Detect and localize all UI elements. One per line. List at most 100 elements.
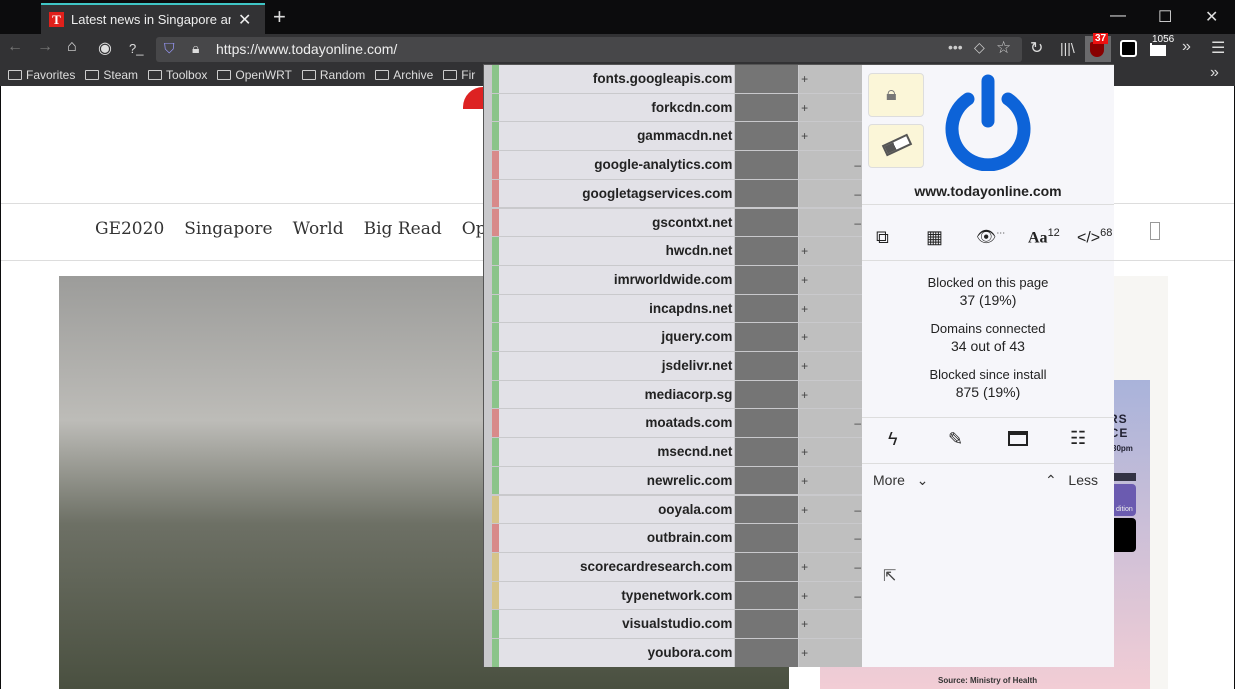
global-rule-cell[interactable] xyxy=(735,179,799,208)
bookmarks-overflow-icon[interactable]: » xyxy=(1210,64,1219,82)
local-rule-cell[interactable]: + – xyxy=(799,495,862,524)
close-tab-icon[interactable]: ✕ xyxy=(238,10,251,30)
domain-name: hwcdn.net xyxy=(498,237,735,265)
local-rule-cell[interactable]: + xyxy=(799,237,862,265)
global-rule-cell[interactable] xyxy=(735,581,799,610)
nav-link[interactable]: World xyxy=(293,219,344,239)
bookmark-folder[interactable]: Random xyxy=(301,68,365,82)
nav-link[interactable]: Singapore xyxy=(184,219,272,239)
local-rule-cell[interactable]: – xyxy=(799,409,862,438)
global-rule-cell[interactable] xyxy=(735,65,799,93)
domain-name: msecnd.net xyxy=(498,438,735,466)
url-text[interactable]: https://www.todayonline.com/ xyxy=(216,41,397,57)
local-rule-cell[interactable]: + xyxy=(799,294,862,323)
global-rule-cell[interactable] xyxy=(735,294,799,323)
less-button[interactable]: ⌃ Less xyxy=(1045,472,1098,489)
global-rule-cell[interactable] xyxy=(735,237,799,265)
bookmark-label: Toolbox xyxy=(166,68,208,82)
page-actions-icon[interactable]: ••• xyxy=(948,39,963,55)
status-strip xyxy=(492,610,499,638)
local-rule-cell[interactable]: + xyxy=(799,380,862,409)
bookmark-folder[interactable]: Archive xyxy=(375,68,433,82)
global-rule-cell[interactable] xyxy=(735,151,799,179)
tracking-shield-icon[interactable]: ⛉ xyxy=(164,40,175,57)
lock-icon[interactable]: 🔒︎ xyxy=(192,40,199,57)
global-rule-cell[interactable] xyxy=(735,323,799,351)
close-window-button[interactable]: ✕ xyxy=(1205,7,1218,27)
bookmark-folder[interactable]: Steam xyxy=(85,68,138,82)
forward-button[interactable]: → xyxy=(37,38,53,56)
cosmetic-filter-toggle-icon[interactable]: 👁︎··· xyxy=(976,227,1005,247)
popups-toggle-icon[interactable]: ⧉ xyxy=(876,227,889,248)
bookmark-star-icon[interactable]: ☆ xyxy=(996,38,1011,58)
global-rule-cell[interactable] xyxy=(735,639,799,667)
global-rule-cell[interactable] xyxy=(735,352,799,380)
tab-active[interactable]: T Latest news in Singapore and around th… xyxy=(41,3,265,34)
minimize-button[interactable]: — xyxy=(1110,7,1126,25)
pocket-icon[interactable]: ◇ xyxy=(974,39,985,56)
local-rule-cell[interactable]: + xyxy=(799,65,862,93)
local-rule-cell[interactable]: + xyxy=(799,438,862,466)
local-rule-cell[interactable]: – xyxy=(799,524,862,552)
global-rule-cell[interactable] xyxy=(735,409,799,438)
remote-fonts-toggle-icon[interactable]: Aa12 xyxy=(1028,227,1060,247)
nav-link[interactable]: Big Read xyxy=(364,219,442,239)
local-rule-cell[interactable]: + xyxy=(799,122,862,151)
local-rule-cell[interactable]: – xyxy=(799,208,862,237)
domain-name: gammacdn.net xyxy=(498,122,735,151)
local-rule-cell[interactable]: + – xyxy=(799,552,862,581)
media-toggle-icon[interactable]: ▦ xyxy=(926,227,943,248)
maximize-button[interactable]: ☐ xyxy=(1158,7,1172,27)
overflow-menu-icon[interactable]: » xyxy=(1182,38,1191,56)
local-rule-cell[interactable]: + xyxy=(799,352,862,380)
global-rule-cell[interactable] xyxy=(735,524,799,552)
global-rule-cell[interactable] xyxy=(735,552,799,581)
global-rule-cell[interactable] xyxy=(735,380,799,409)
local-rule-cell[interactable]: + xyxy=(799,323,862,351)
mail-extension-icon[interactable]: 1056 xyxy=(1150,34,1175,56)
local-rule-cell[interactable]: + xyxy=(799,610,862,638)
lock-button[interactable]: 🔒︎ xyxy=(868,73,924,117)
local-rule-cell[interactable]: + xyxy=(799,93,862,122)
library-icon[interactable]: |||\ xyxy=(1060,40,1075,56)
spy-extension-icon[interactable]: ◉ xyxy=(98,38,112,58)
bookmark-folder[interactable]: Toolbox xyxy=(148,68,207,82)
allowed-count-marker: + xyxy=(801,502,809,517)
logger-icon[interactable] xyxy=(1008,431,1028,446)
bookmark-folder[interactable]: Fir xyxy=(443,68,475,82)
local-rule-cell[interactable]: + xyxy=(799,639,862,667)
global-rule-cell[interactable] xyxy=(735,93,799,122)
eyedropper-icon[interactable]: ✎ xyxy=(948,429,963,450)
global-rule-cell[interactable] xyxy=(735,495,799,524)
dashboard-settings-icon[interactable]: ☷ xyxy=(1070,428,1086,449)
local-rule-cell[interactable]: + – xyxy=(799,581,862,610)
new-tab-button[interactable]: + xyxy=(273,4,286,30)
lightning-icon[interactable]: ϟ xyxy=(888,429,898,450)
hamburger-menu-icon[interactable]: ☰ xyxy=(1211,38,1225,58)
javascript-toggle-icon[interactable]: </>68 xyxy=(1077,227,1112,247)
domain-row: typenetwork.com + – xyxy=(492,581,862,611)
home-button[interactable]: ⌂ xyxy=(67,38,77,56)
global-rule-cell[interactable] xyxy=(735,610,799,638)
bookmark-folder[interactable]: Favorites xyxy=(8,68,75,82)
sunglasses-extension-icon[interactable] xyxy=(1120,40,1137,57)
local-rule-cell[interactable]: + xyxy=(799,466,862,495)
local-rule-cell[interactable]: – xyxy=(799,179,862,208)
eraser-button[interactable] xyxy=(868,124,924,168)
more-button[interactable]: More ⌄ xyxy=(873,472,928,489)
url-bar[interactable]: ⛉ 🔒︎ https://www.todayonline.com/ ••• ◇ … xyxy=(156,37,1022,62)
back-button[interactable]: ← xyxy=(7,38,23,56)
bookmark-folder[interactable]: OpenWRT xyxy=(217,68,292,82)
global-rule-cell[interactable] xyxy=(735,438,799,466)
power-button[interactable] xyxy=(942,73,1034,171)
global-rule-cell[interactable] xyxy=(735,208,799,237)
global-rule-cell[interactable] xyxy=(735,122,799,151)
global-rule-cell[interactable] xyxy=(735,466,799,495)
ublock-button[interactable]: 37 xyxy=(1085,33,1111,62)
global-rule-cell[interactable] xyxy=(735,265,799,294)
nav-link[interactable]: GE2020 xyxy=(95,219,164,239)
reload-button[interactable]: ↻ xyxy=(1030,38,1043,58)
local-rule-cell[interactable]: + xyxy=(799,265,862,294)
console-extension-icon[interactable]: ?_ xyxy=(129,41,143,56)
local-rule-cell[interactable]: – xyxy=(799,151,862,179)
